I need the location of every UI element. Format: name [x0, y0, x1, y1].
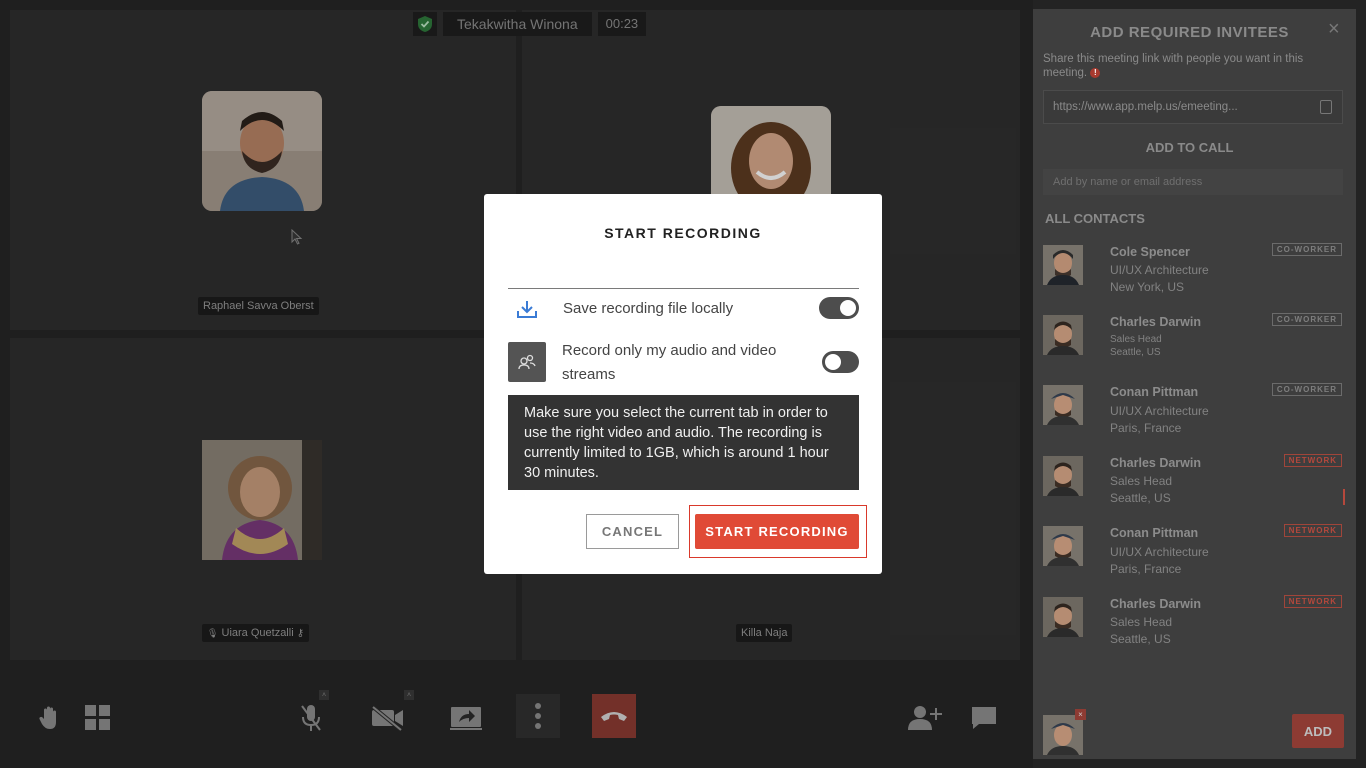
remove-invitee-icon[interactable]: × — [1075, 709, 1086, 720]
contact-tag: CO-WORKER — [1271, 383, 1342, 396]
info-icon[interactable]: ! — [1090, 67, 1101, 78]
panel-title: ADD REQUIRED INVITEES — [1090, 24, 1289, 41]
end-call-icon[interactable] — [592, 694, 636, 738]
contact-location: Paris, France — [1110, 421, 1182, 435]
add-to-call-heading: ADD TO CALL — [1145, 140, 1234, 155]
video-options-chevron-icon[interactable]: ˄ — [404, 690, 414, 700]
person-photo-icon — [202, 91, 322, 211]
participant-tile[interactable]: Raphael Savva Oberst — [10, 10, 516, 330]
cancel-button[interactable]: CANCEL — [586, 514, 679, 549]
participant-name-tag: 🎙 Uiara Quetzalli ⚷ — [202, 624, 310, 642]
contact-avatar — [1043, 245, 1083, 285]
contact-role: Sales Head — [1110, 334, 1162, 345]
participant-avatar — [202, 91, 322, 211]
divider — [508, 288, 859, 289]
contact-item[interactable]: Charles Darwin Sales Head Seattle, US CO… — [1033, 313, 1346, 375]
download-icon — [508, 289, 546, 329]
contact-name: Conan Pittman — [1110, 385, 1199, 399]
start-recording-button[interactable]: START RECORDING — [695, 514, 859, 549]
mic-muted-icon[interactable] — [291, 698, 331, 738]
contact-tag: CO-WORKER — [1271, 243, 1342, 256]
add-participant-icon[interactable] — [905, 698, 945, 738]
save-locally-toggle[interactable] — [819, 297, 859, 319]
contact-avatar — [1043, 456, 1083, 496]
add-invitee-input[interactable] — [1043, 169, 1343, 195]
contact-avatar — [1043, 526, 1083, 566]
panel-description-text: Share this meeting link with people you … — [1043, 53, 1304, 79]
record-own-streams-label: Record only my audio and video streams — [562, 342, 777, 383]
contact-tag: CO-WORKER — [1271, 313, 1342, 326]
call-controls: ˄ ˄ — [0, 684, 1033, 754]
contact-location: Seattle, US — [1110, 347, 1161, 358]
video-off-icon[interactable] — [368, 698, 408, 738]
share-screen-icon[interactable] — [446, 698, 486, 738]
participants-icon — [508, 342, 546, 382]
all-contacts-heading: ALL CONTACTS — [1045, 211, 1145, 226]
grid-view-icon[interactable] — [78, 698, 118, 738]
call-info-bar: Tekakwitha Winona 00:23 — [413, 12, 647, 36]
contact-avatar — [1043, 597, 1083, 637]
contact-name: Cole Spencer — [1110, 245, 1190, 259]
selected-invitee-avatar — [1043, 715, 1083, 755]
panel-description: Share this meeting link with people you … — [1043, 52, 1313, 80]
host-name: Tekakwitha Winona — [443, 12, 592, 36]
contact-item[interactable]: Cole Spencer UI/UX Architecture New York… — [1033, 243, 1346, 305]
contact-item[interactable]: Conan Pittman UI/UX Architecture Paris, … — [1033, 383, 1346, 445]
contact-role: UI/UX Architecture — [1110, 404, 1209, 418]
dialog-title: START RECORDING — [604, 225, 762, 241]
mouse-cursor-icon — [291, 229, 303, 245]
toggle-knob — [825, 354, 841, 370]
contact-tag: NETWORK — [1283, 524, 1342, 537]
toggle-knob — [840, 300, 856, 316]
contact-role: Sales Head — [1110, 474, 1173, 488]
chat-icon[interactable] — [964, 698, 1004, 738]
contact-location: New York, US — [1110, 280, 1185, 294]
selected-invitees-bar: × ADD — [1033, 697, 1356, 759]
recording-notice: Make sure you select the current tab in … — [508, 395, 859, 490]
contact-name: Charles Darwin — [1110, 456, 1202, 470]
meeting-link: https://www.app.melp.us/emeeting... — [1053, 101, 1238, 113]
contact-avatar — [1043, 385, 1083, 425]
contact-item[interactable]: Charles Darwin Sales Head Seattle, US NE… — [1033, 595, 1346, 657]
record-own-streams-toggle[interactable] — [822, 351, 859, 373]
contact-location: Seattle, US — [1110, 491, 1171, 505]
contact-role: Sales Head — [1110, 615, 1173, 629]
contact-location: Paris, France — [1110, 562, 1182, 576]
meeting-link-field[interactable]: https://www.app.melp.us/emeeting... — [1043, 90, 1343, 124]
key-icon: ⚷ — [296, 628, 305, 639]
contact-tag: NETWORK — [1283, 454, 1342, 467]
mic-options-chevron-icon[interactable]: ˄ — [319, 690, 329, 700]
contact-role: UI/UX Architecture — [1110, 545, 1209, 559]
participant-tile[interactable]: 🎙 Uiara Quetzalli ⚷ — [10, 338, 516, 660]
raise-hand-icon[interactable] — [29, 698, 69, 738]
participant-name: Raphael Savva Oberst — [198, 297, 319, 315]
contact-item[interactable]: Conan Pittman UI/UX Architecture Paris, … — [1033, 524, 1346, 586]
add-button[interactable]: ADD — [1292, 714, 1344, 748]
contact-name: Charles Darwin — [1110, 315, 1202, 329]
start-recording-dialog: START RECORDING Save recording file loca… — [484, 194, 882, 574]
panel-scrollbar[interactable] — [1343, 489, 1345, 505]
person-photo-icon — [202, 440, 322, 560]
participant-name: Killa Naja — [736, 624, 793, 642]
contact-item[interactable]: Charles Darwin Sales Head Seattle, US NE… — [1033, 454, 1346, 516]
contact-tag: NETWORK — [1283, 595, 1342, 608]
mic-muted-icon: 🎙 — [207, 628, 219, 638]
close-icon[interactable]: × — [1328, 19, 1344, 39]
invitees-panel: ADD REQUIRED INVITEES × Share this meeti… — [1033, 9, 1356, 759]
contact-role: UI/UX Architecture — [1110, 263, 1209, 277]
save-locally-label: Save recording file locally — [563, 300, 734, 317]
copy-icon[interactable] — [1320, 100, 1332, 114]
contact-location: Seattle, US — [1110, 632, 1171, 646]
contact-avatar — [1043, 315, 1083, 355]
more-icon[interactable] — [516, 694, 560, 738]
contact-name: Charles Darwin — [1110, 597, 1202, 611]
contact-name: Conan Pittman — [1110, 526, 1199, 540]
call-timer: 00:23 — [597, 12, 647, 36]
participant-avatar — [202, 440, 322, 560]
shield-icon — [413, 12, 437, 36]
participant-name: Uiara Quetzalli — [221, 627, 294, 639]
